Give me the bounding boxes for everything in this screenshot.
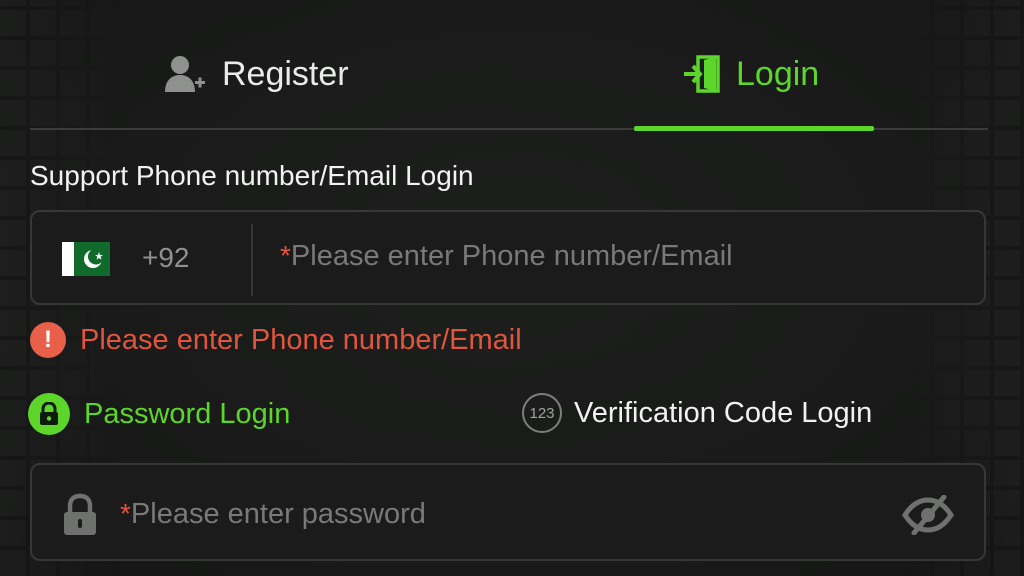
password-login-option[interactable]: Password Login <box>28 393 290 435</box>
dial-code[interactable]: +92 <box>142 242 190 274</box>
tab-login[interactable]: Login <box>682 52 819 96</box>
active-tab-indicator <box>634 126 874 131</box>
password-login-label: Password Login <box>84 397 291 430</box>
password-placeholder: *Please enter password <box>120 498 426 531</box>
add-user-icon <box>164 54 208 94</box>
numeric-code-icon: 123 <box>522 393 562 433</box>
verification-code-login-label: Verification Code Login <box>574 396 873 429</box>
login-door-icon <box>682 54 722 94</box>
pakistan-flag-icon[interactable] <box>62 242 110 276</box>
eye-off-icon[interactable] <box>902 494 954 540</box>
verification-code-login-option[interactable]: 123 Verification Code Login <box>522 393 872 433</box>
lock-icon <box>28 393 70 435</box>
auth-tabs: Register Login <box>30 22 988 131</box>
support-label: Support Phone number/Email Login <box>30 160 474 191</box>
phone-email-field: +92 *Please enter Phone number/Email <box>30 210 986 305</box>
phone-email-input[interactable] <box>278 236 962 282</box>
error-message: Please enter Phone number/Email <box>80 323 522 356</box>
padlock-icon <box>62 493 98 542</box>
tab-login-label: Login <box>736 54 820 93</box>
required-asterisk: * <box>120 498 131 529</box>
phone-error: ! Please enter Phone number/Email <box>30 322 522 358</box>
password-placeholder-text: Please enter password <box>130 498 426 530</box>
error-icon: ! <box>30 322 66 358</box>
field-divider <box>251 224 253 296</box>
login-screen: Register Login Support Phone number/Emai… <box>0 0 1024 576</box>
tab-register-label: Register <box>222 54 349 93</box>
tab-register[interactable]: Register <box>164 52 349 96</box>
password-field[interactable]: *Please enter password <box>30 463 986 561</box>
